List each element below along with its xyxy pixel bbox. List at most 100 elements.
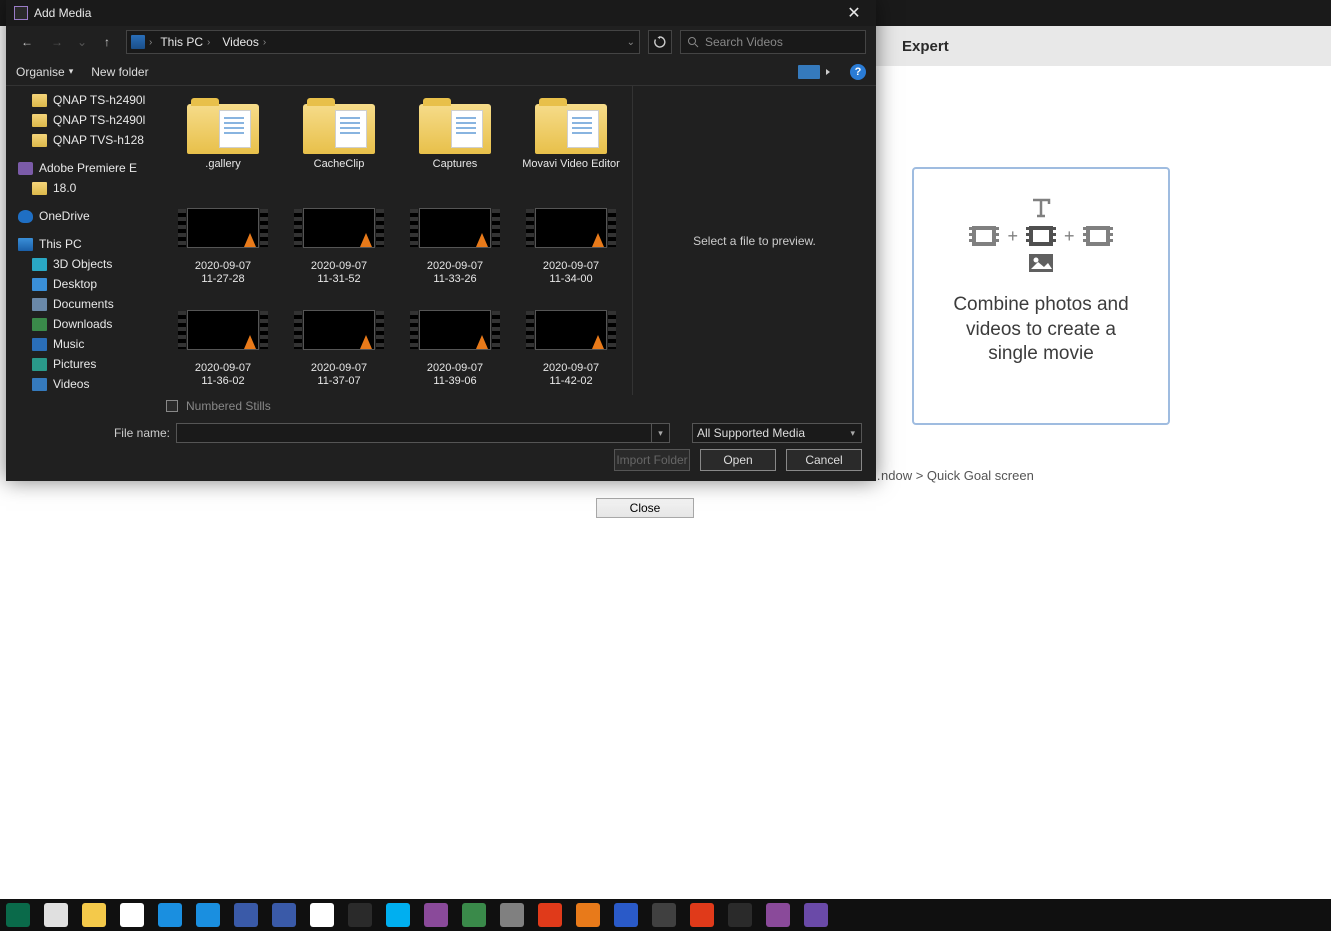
import-folder-button[interactable]: Import Folder [614, 449, 690, 471]
video-icon [187, 310, 259, 350]
sidebar-item[interactable]: This PC [6, 234, 162, 254]
taskbar-task-view-icon[interactable] [44, 903, 68, 927]
back-button[interactable]: ← [16, 31, 38, 53]
close-button[interactable]: Close [596, 498, 694, 518]
sidebar-item[interactable]: 3D Objects [6, 254, 162, 274]
numbered-stills-row: Numbered Stills [6, 395, 876, 417]
folder-icon [419, 104, 491, 154]
file-name-input[interactable] [176, 423, 652, 443]
video-item[interactable]: 2020-09-0711-33-26 [404, 198, 506, 294]
folder-icon [18, 210, 33, 223]
folder-item[interactable]: Captures [404, 96, 506, 192]
file-name-dropdown[interactable]: ▾ [652, 423, 670, 443]
taskbar-notepad-icon[interactable] [310, 903, 334, 927]
folder-item[interactable]: CacheClip [288, 96, 390, 192]
item-label: 2020-09-0711-39-06 [427, 362, 483, 387]
taskbar-premiere-icon[interactable] [424, 903, 448, 927]
sidebar-item[interactable]: Desktop [6, 274, 162, 294]
sidebar-item[interactable]: Music [6, 334, 162, 354]
video-item[interactable]: 2020-09-0711-37-07 [288, 300, 390, 395]
video-item[interactable]: 2020-09-0711-31-52 [288, 198, 390, 294]
video-item[interactable]: 2020-09-0711-27-28 [172, 198, 274, 294]
cancel-button[interactable]: Cancel [786, 449, 862, 471]
sidebar-item-label: Pictures [53, 357, 96, 371]
taskbar-skype-icon[interactable] [386, 903, 410, 927]
numbered-stills-label: Numbered Stills [186, 399, 271, 413]
taskbar-file-explorer-icon[interactable] [82, 903, 106, 927]
organise-button[interactable]: Organise ▾ [16, 65, 73, 79]
refresh-button[interactable] [648, 30, 672, 54]
sidebar-item[interactable]: 18.0 [6, 178, 162, 198]
file-grid[interactable]: .galleryCacheClip Captures Movavi Video Ed… [162, 86, 632, 395]
sidebar-item[interactable]: Documents [6, 294, 162, 314]
taskbar-app-1-icon[interactable] [652, 903, 676, 927]
up-button[interactable]: ↑ [96, 31, 118, 53]
numbered-stills-checkbox[interactable] [166, 400, 178, 412]
sidebar-item-label: Desktop [53, 277, 97, 291]
item-label: Captures [433, 158, 478, 171]
folder-icon [187, 104, 259, 154]
folder-icon [32, 278, 47, 291]
sidebar-item[interactable]: QNAP TVS-h128 [6, 130, 162, 150]
sidebar-item[interactable]: Adobe Premiere E [6, 158, 162, 178]
taskbar-app-3-icon[interactable] [766, 903, 790, 927]
plus-icon: + [1064, 226, 1075, 247]
taskbar-cortana-1-icon[interactable] [158, 903, 182, 927]
sidebar-item[interactable]: OneDrive [6, 206, 162, 226]
filmstrip-center-icon [1026, 225, 1056, 247]
recent-dropdown[interactable]: ⌄ [76, 31, 88, 53]
video-icon [535, 208, 607, 248]
chevron-right-icon[interactable]: › [149, 37, 152, 48]
quick-goal-card[interactable]: + + Combine photos and videos to create … [912, 167, 1170, 425]
video-item[interactable]: 2020-09-0711-34-00 [520, 198, 622, 294]
sidebar-item-label: Music [53, 337, 84, 351]
sidebar-item[interactable]: Downloads [6, 314, 162, 334]
taskbar-app-4-icon[interactable] [804, 903, 828, 927]
vlc-icon [476, 335, 488, 349]
folder-item[interactable]: .gallery [172, 96, 274, 192]
taskbar-start-icon[interactable] [6, 903, 30, 927]
video-item[interactable]: 2020-09-0711-36-02 [172, 300, 274, 395]
sidebar-item[interactable]: Pictures [6, 354, 162, 374]
sidebar-item[interactable]: QNAP TS-h2490l [6, 90, 162, 110]
taskbar-word-icon[interactable] [614, 903, 638, 927]
taskbar-anydesk-icon[interactable] [690, 903, 714, 927]
addr-segment-videos[interactable]: Videos› [218, 35, 270, 49]
taskbar[interactable] [0, 899, 1331, 931]
sidebar-item[interactable]: QNAP TS-h2490l [6, 110, 162, 130]
nav-row: ← → ⌄ ↑ › This PC› Videos› ⌄ Search Vide… [6, 26, 876, 58]
close-icon[interactable]: ✕ [832, 0, 876, 26]
address-bar[interactable]: › This PC› Videos› ⌄ [126, 30, 640, 54]
forward-button[interactable]: → [46, 31, 68, 53]
taskbar-yandex-icon[interactable] [538, 903, 562, 927]
taskbar-settings-icon[interactable] [500, 903, 524, 927]
taskbar-obs-icon[interactable] [348, 903, 372, 927]
help-icon[interactable]: ? [850, 64, 866, 80]
file-type-filter[interactable]: All Supported Media [692, 423, 862, 443]
taskbar-calculator-icon[interactable] [272, 903, 296, 927]
open-button[interactable]: Open [700, 449, 776, 471]
card-icons: + + [969, 197, 1112, 273]
addr-history-dropdown[interactable]: ⌄ [627, 37, 635, 48]
search-input[interactable]: Search Videos [680, 30, 866, 54]
tab-expert[interactable]: Expert [868, 26, 1331, 66]
taskbar-samsung-icon[interactable] [234, 903, 258, 927]
sidebar-item[interactable]: Videos [6, 374, 162, 394]
taskbar-app-2-icon[interactable] [728, 903, 752, 927]
addr-segment-thispc[interactable]: This PC› [156, 35, 214, 49]
taskbar-cortana-2-icon[interactable] [196, 903, 220, 927]
taskbar-firefox-icon[interactable] [576, 903, 600, 927]
video-item[interactable]: 2020-09-0711-39-06 [404, 300, 506, 395]
view-mode-button[interactable] [798, 65, 820, 79]
item-label: 2020-09-0711-37-07 [311, 362, 367, 387]
new-folder-button[interactable]: New folder [91, 65, 148, 79]
video-item[interactable]: 2020-09-0711-42-02 [520, 300, 622, 395]
folder-icon [32, 114, 47, 127]
taskbar-solitaire-icon[interactable] [462, 903, 486, 927]
folder-item[interactable]: Movavi Video Editor [520, 96, 622, 192]
pc-icon [131, 35, 145, 49]
taskbar-chrome-icon[interactable] [120, 903, 144, 927]
sidebar-item-label: Adobe Premiere E [39, 161, 137, 175]
vlc-icon [244, 335, 256, 349]
folder-icon [535, 104, 607, 154]
